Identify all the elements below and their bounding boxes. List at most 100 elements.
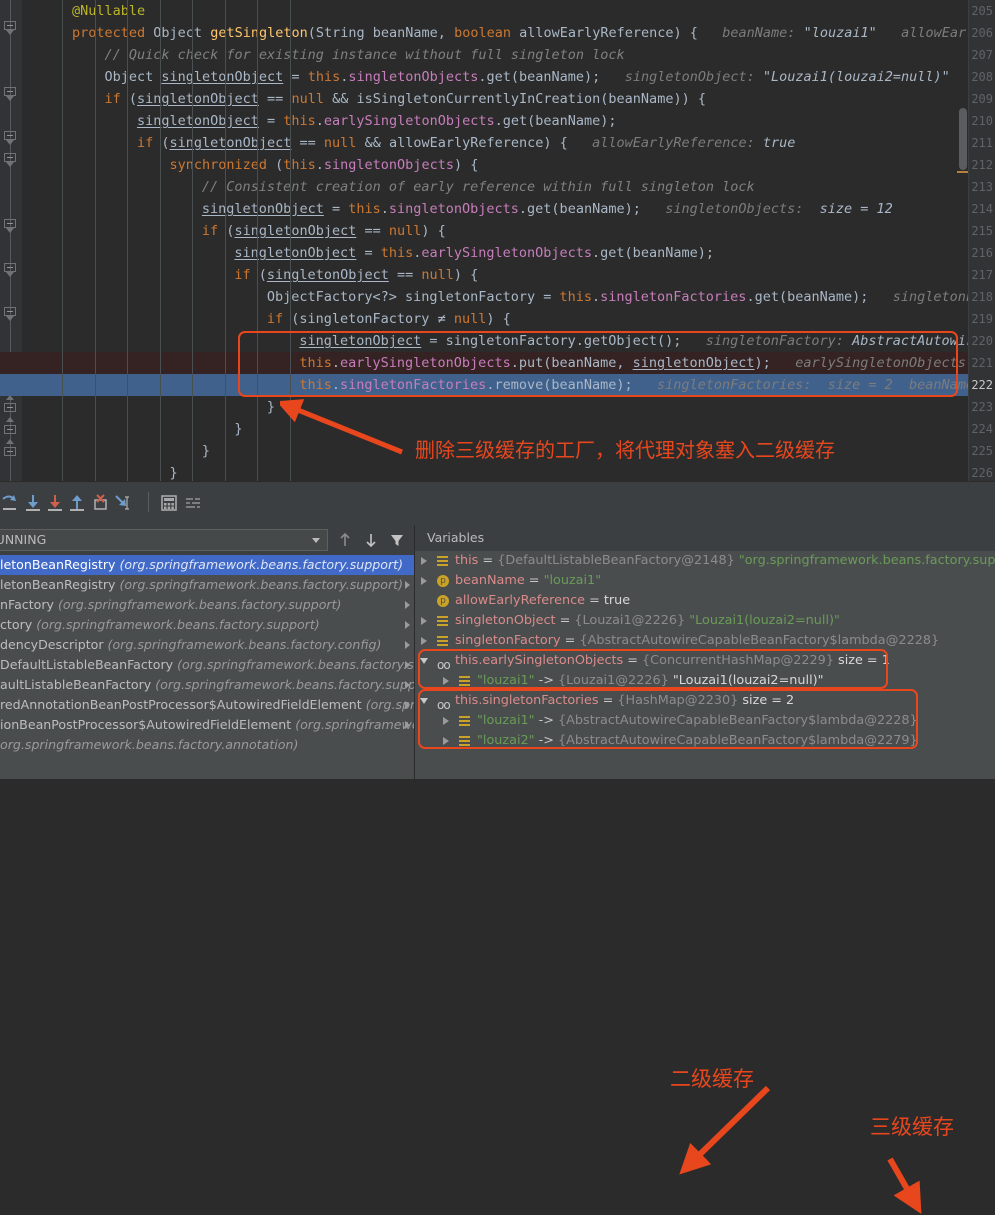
- evaluate-expression-icon[interactable]: [158, 492, 180, 514]
- code-line[interactable]: // Quick check for existing instance wit…: [22, 44, 972, 66]
- collapse-arrow-icon[interactable]: [420, 658, 428, 664]
- code-line[interactable]: }: [22, 396, 972, 418]
- variable-row[interactable]: oo this.earlySingletonObjects = {Concurre…: [415, 651, 995, 672]
- frame-expand-icon[interactable]: [405, 621, 410, 629]
- expand-arrow-icon[interactable]: [421, 557, 427, 565]
- frame-expand-icon[interactable]: [405, 721, 410, 729]
- code-token: ) {: [486, 311, 511, 327]
- frame-expand-icon[interactable]: [405, 581, 410, 589]
- fold-marker-icon[interactable]: [4, 87, 17, 101]
- step-out-icon[interactable]: [66, 492, 88, 514]
- force-step-into-icon[interactable]: [44, 492, 66, 514]
- frame-method-name: dencyDescriptor: [0, 637, 104, 652]
- variable-row[interactable]: singletonObject = {Louzai1@2226} "Louzai…: [415, 611, 995, 631]
- code-line[interactable]: @Nullable: [22, 0, 972, 22]
- code-line[interactable]: singletonObject = singletonFactory.getOb…: [22, 330, 995, 352]
- code-lines[interactable]: @Nullable protected Object getSingleton(S…: [22, 0, 995, 481]
- code-line[interactable]: if (singletonObject == null) {: [22, 220, 972, 242]
- frame-list-item[interactable]: aultListableBeanFactory (org.springframe…: [0, 675, 414, 695]
- fold-marker-icon[interactable]: [4, 131, 17, 145]
- editor-scrollbar-thumb[interactable]: [959, 108, 967, 170]
- code-line[interactable]: this.earlySingletonObjects.put(beanName,…: [22, 352, 995, 374]
- code-line[interactable]: if (singletonObject == null && allowEarl…: [22, 132, 972, 154]
- fold-marker-icon[interactable]: [4, 21, 17, 35]
- drop-frame-icon[interactable]: [90, 492, 112, 514]
- expand-arrow-icon[interactable]: [443, 677, 449, 685]
- frame-list-item[interactable]: DefaultListableBeanFactory (org.springfr…: [0, 655, 414, 675]
- code-line[interactable]: ObjectFactory<?> singletonFactory = this…: [22, 286, 995, 308]
- frame-list-item[interactable]: ctory (org.springframework.beans.factory…: [0, 615, 414, 635]
- frame-down-icon[interactable]: [362, 531, 380, 549]
- code-line[interactable]: }: [22, 462, 972, 481]
- fold-marker-icon[interactable]: [4, 153, 17, 167]
- frame-list-item[interactable]: org.springframework.beans.factory.annota…: [0, 735, 414, 755]
- code-line[interactable]: protected Object getSingleton(String bea…: [22, 22, 995, 44]
- code-folding-gutter[interactable]: [0, 0, 22, 481]
- frame-up-icon[interactable]: [336, 531, 354, 549]
- frame-expand-icon[interactable]: [405, 661, 410, 669]
- code-line[interactable]: this.singletonFactories.remove(beanName)…: [22, 374, 995, 396]
- expand-arrow-icon[interactable]: [421, 577, 427, 585]
- code-line[interactable]: if (singletonFactory ≠ null) {: [22, 308, 972, 330]
- code-token: ObjectFactory<?> singletonFactory =: [266, 289, 560, 305]
- frame-expand-icon[interactable]: [405, 601, 410, 609]
- variable-row[interactable]: "louzai1" -> {Louzai1@2226} "Louzai1(lou…: [415, 671, 995, 691]
- code-editor[interactable]: @Nullable protected Object getSingleton(S…: [0, 0, 995, 481]
- fold-marker-icon[interactable]: [4, 417, 17, 435]
- frame-expand-icon[interactable]: [405, 701, 410, 709]
- expand-arrow-icon[interactable]: [421, 617, 427, 625]
- code-line[interactable]: Object singletonObject = this.singletonO…: [22, 66, 972, 88]
- code-token: synchronized: [169, 157, 267, 173]
- expand-arrow-icon[interactable]: [443, 717, 449, 725]
- code-line[interactable]: if (singletonObject == null && isSinglet…: [22, 88, 972, 110]
- code-token: boolean: [454, 25, 511, 41]
- expand-arrow-icon[interactable]: [421, 637, 427, 645]
- frame-list-item[interactable]: letonBeanRegistry (org.springframework.b…: [0, 555, 414, 575]
- frames-panel[interactable]: RUNNING letonBeanRegistry (org.springfra…: [0, 525, 414, 779]
- frame-list-item[interactable]: dencyDescriptor (org.springframework.bea…: [0, 635, 414, 655]
- variables-panel[interactable]: Variables this = {DefaultListableBeanFac…: [415, 525, 995, 779]
- thread-selector[interactable]: RUNNING: [0, 529, 328, 551]
- code-token: (singletonFactory: [283, 311, 438, 327]
- chevron-down-icon[interactable]: [312, 538, 320, 543]
- frame-method-name: aultListableBeanFactory: [0, 677, 152, 692]
- code-line[interactable]: singletonObject = this.earlySingletonObj…: [22, 110, 972, 132]
- variable-ref: {Louzai1@2226}: [558, 673, 669, 688]
- variable-row[interactable]: this = {DefaultListableBeanFactory@2148}…: [415, 551, 995, 571]
- debugger-toolbar[interactable]: [0, 481, 995, 526]
- code-line[interactable]: singletonObject = this.singletonObjects.…: [22, 198, 972, 220]
- step-into-icon[interactable]: [22, 492, 44, 514]
- frame-list-item[interactable]: nFactory (org.springframework.beans.fact…: [0, 595, 414, 615]
- frame-list-item[interactable]: redAnnotationBeanPostProcessor$Autowired…: [0, 695, 414, 715]
- frame-list-item[interactable]: letonBeanRegistry (org.springframework.b…: [0, 575, 414, 595]
- code-token: singletonObject: [137, 91, 259, 107]
- collapse-arrow-icon[interactable]: [420, 698, 428, 704]
- run-to-cursor-icon[interactable]: [112, 492, 134, 514]
- fold-marker-icon[interactable]: [4, 307, 17, 321]
- frame-expand-icon[interactable]: [405, 641, 410, 649]
- variable-row[interactable]: p beanName = "louzai1": [415, 571, 995, 591]
- fold-marker-icon[interactable]: [4, 395, 17, 413]
- fold-marker-icon[interactable]: [4, 439, 17, 457]
- variable-row[interactable]: "louzai2" -> {AbstractAutowireCapableBea…: [415, 731, 995, 751]
- code-line[interactable]: synchronized (this.singletonObjects) {: [22, 154, 972, 176]
- settings-icon[interactable]: [182, 492, 204, 514]
- variable-row[interactable]: "louzai1" -> {AbstractAutowireCapableBea…: [415, 711, 995, 731]
- fold-marker-icon[interactable]: [4, 219, 17, 233]
- variable-row[interactable]: singletonFactory = {AbstractAutowireCapa…: [415, 631, 995, 651]
- variable-row[interactable]: p allowEarlyReference = true: [415, 591, 995, 611]
- code-token: (: [307, 25, 316, 41]
- step-over-icon[interactable]: [0, 492, 22, 514]
- code-line[interactable]: if (singletonObject == null) {: [22, 264, 972, 286]
- code-token: singletonObject: [201, 201, 324, 217]
- code-line[interactable]: // Consistent creation of early referenc…: [22, 176, 972, 198]
- variable-row[interactable]: oo this.singletonFactories = {HashMap@223…: [415, 691, 995, 712]
- frame-list-item[interactable]: ionBeanPostProcessor$AutowiredFieldEleme…: [0, 715, 414, 735]
- code-line[interactable]: singletonObject = this.earlySingletonObj…: [22, 242, 972, 264]
- expand-arrow-icon[interactable]: [443, 737, 449, 745]
- indent-guide: [127, 0, 128, 481]
- filter-icon[interactable]: [388, 531, 406, 549]
- line-number: 213: [971, 180, 993, 194]
- frame-expand-icon[interactable]: [405, 681, 410, 689]
- fold-marker-icon[interactable]: [4, 263, 17, 277]
